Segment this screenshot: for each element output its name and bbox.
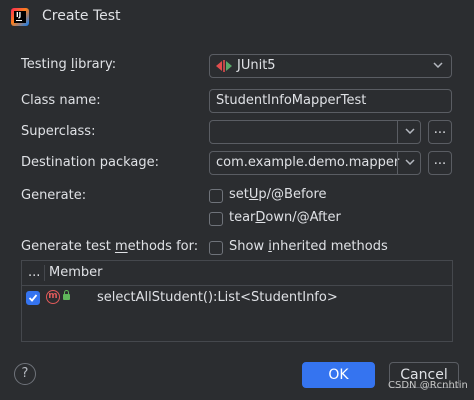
combo-separator (397, 152, 398, 174)
testing-library-select[interactable]: JUnit5 (209, 54, 452, 78)
column-divider (44, 265, 45, 281)
destination-package-label: Destination package: (21, 155, 159, 170)
show-inherited-label[interactable]: Show inherited methods (229, 239, 388, 254)
member-signature: selectAllStudent():List<StudentInfo> (97, 290, 338, 305)
member-checkbox[interactable] (26, 291, 40, 305)
testing-library-value: JUnit5 (237, 58, 276, 73)
table-header: ... Member (22, 261, 452, 286)
teardown-after-checkbox[interactable] (209, 212, 223, 226)
ok-button[interactable]: OK (302, 362, 375, 388)
select-all-column-header[interactable]: ... (28, 265, 40, 280)
title-bar: IJ Create Test (0, 0, 474, 34)
checkmark-icon (28, 294, 38, 302)
setup-before-checkbox[interactable] (209, 189, 223, 203)
chevron-down-icon[interactable] (399, 121, 421, 143)
class-name-field[interactable]: StudentInfoMapperTest (209, 89, 452, 113)
members-table: ... Member m selectAllStudent():List<Stu… (21, 260, 453, 342)
combo-separator (397, 121, 398, 143)
destination-package-browse-button[interactable]: ... (428, 151, 452, 175)
chevron-down-icon[interactable] (427, 55, 449, 77)
dialog-title: Create Test (42, 8, 121, 24)
teardown-after-label[interactable]: tearDown/@After (229, 210, 341, 225)
superclass-label: Superclass: (21, 124, 96, 139)
show-inherited-checkbox[interactable] (209, 241, 223, 255)
testing-library-label: Testing library: (21, 57, 117, 72)
method-icon: m (46, 290, 60, 304)
intellij-app-icon: IJ (11, 8, 29, 26)
junit-icon (216, 60, 232, 72)
superclass-browse-button[interactable]: ... (428, 120, 452, 144)
generate-methods-label: Generate test methods for: (21, 239, 199, 254)
generate-label: Generate: (21, 188, 87, 203)
help-button[interactable]: ? (14, 363, 36, 385)
setup-before-label[interactable]: setUp/@Before (229, 187, 327, 202)
table-row[interactable]: m selectAllStudent():List<StudentInfo> (22, 287, 452, 309)
destination-package-combo[interactable]: com.example.demo.mapper (209, 151, 421, 175)
chevron-down-icon[interactable] (399, 152, 421, 174)
member-column-header[interactable]: Member (49, 265, 102, 280)
destination-package-value: com.example.demo.mapper (216, 155, 400, 170)
class-name-label: Class name: (21, 93, 101, 108)
public-lock-icon (63, 290, 70, 300)
superclass-combo[interactable] (209, 120, 421, 144)
watermark: CSDN @Rcnhtin (388, 380, 468, 391)
class-name-value: StudentInfoMapperTest (216, 93, 367, 108)
